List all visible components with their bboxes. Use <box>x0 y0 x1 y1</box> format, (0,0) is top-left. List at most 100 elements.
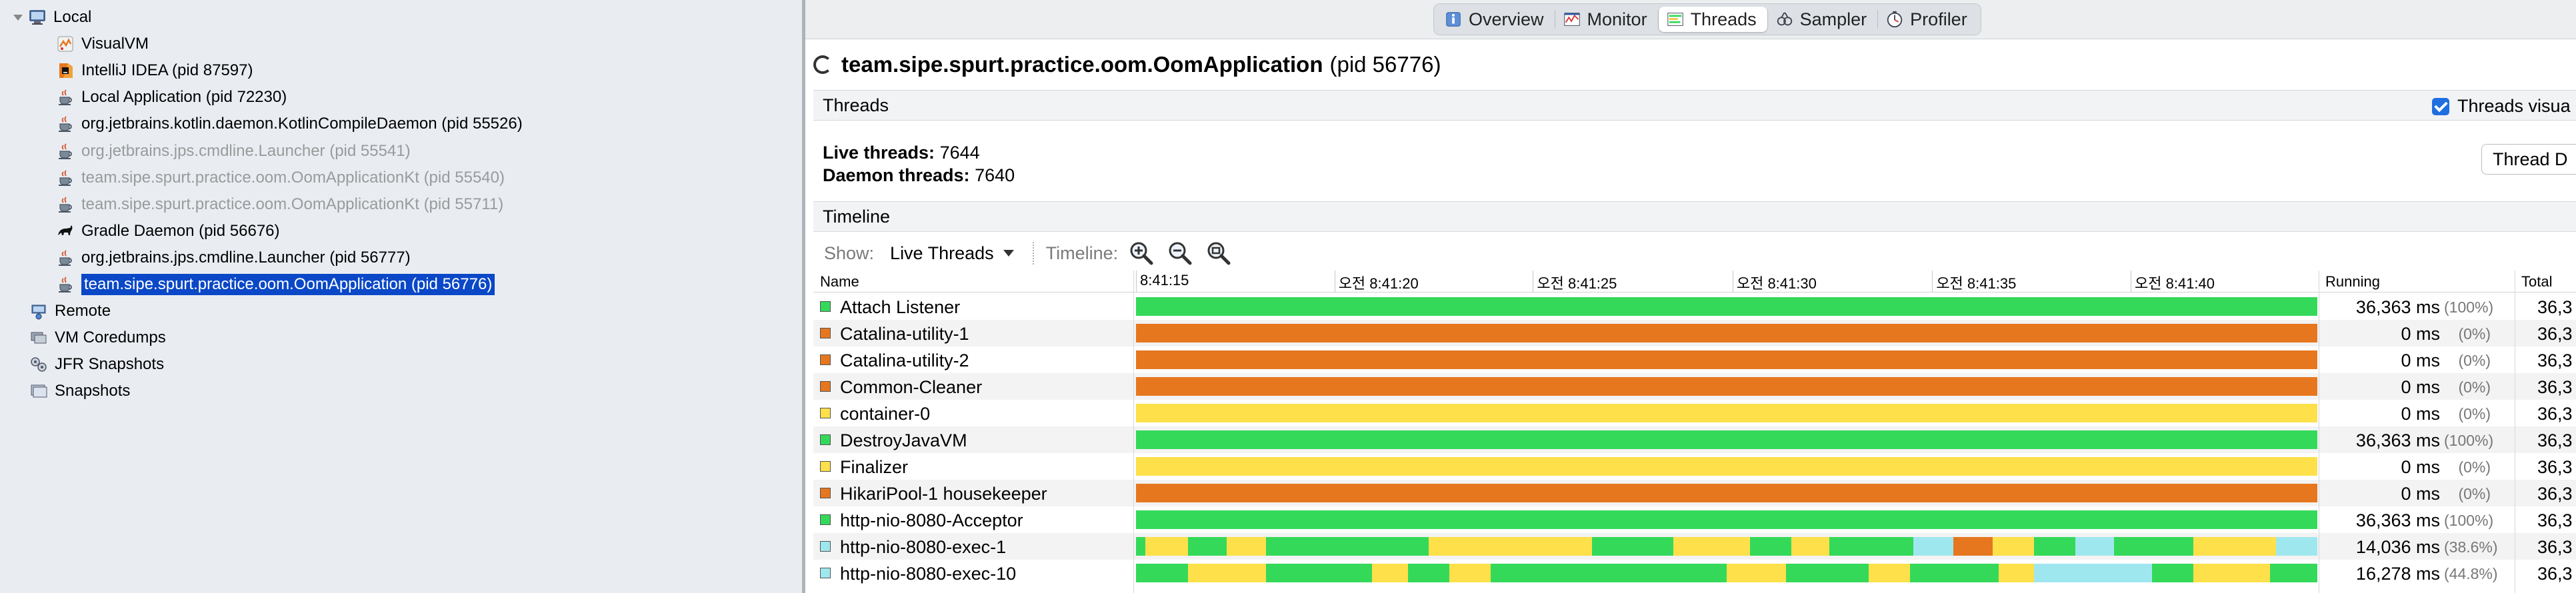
column-header-name[interactable]: Name <box>820 273 859 291</box>
time-tick-label: 오전 8:41:25 <box>1537 275 1617 292</box>
table-row[interactable]: Catalina-utility-1 0 ms (0%) 36,3 <box>813 320 2576 346</box>
zoom-in-icon[interactable] <box>1129 241 1154 266</box>
tree-node[interactable]: team.sipe.spurt.practice.oom.OomApplicat… <box>56 193 503 217</box>
running-time: 0 ms <box>2401 377 2440 397</box>
thread-name: Catalina-utility-1 <box>840 324 969 344</box>
timeline-section-header: Timeline <box>813 201 2576 232</box>
chevron-down-icon <box>1003 250 1014 257</box>
tree-node[interactable]: IntelliJ IDEA (pid 87597) <box>56 59 253 83</box>
tree-node[interactable]: Snapshots <box>29 379 130 403</box>
threads-visualization-checkbox[interactable]: Threads visua <box>2432 96 2571 117</box>
total-time: 36,3 <box>2537 510 2573 530</box>
tree-node[interactable]: team.sipe.spurt.practice.oom.OomApplicat… <box>56 273 495 296</box>
timeline-segment-running <box>2270 564 2317 582</box>
table-row[interactable]: http-nio-8080-Acceptor 36,363 ms (100%) 36,… <box>813 506 2576 533</box>
daemon-threads-stat: Daemon threads: 7640 <box>823 165 1015 186</box>
thread-state-swatch <box>820 488 831 498</box>
tab-label: Overview <box>1469 9 1544 29</box>
timeline-segment-monitor <box>2075 537 2115 556</box>
running-percent: (100%) <box>2444 298 2494 316</box>
running-time: 14,036 ms <box>2355 537 2440 557</box>
tab-overview[interactable]: Overview <box>1437 7 1555 32</box>
table-row[interactable]: http-nio-8080-exec-1 14,036 ms (38.6%) 36,3 <box>813 533 2576 560</box>
column-divider[interactable] <box>1133 271 1134 593</box>
table-row[interactable]: container-0 0 ms (0%) 36,3 <box>813 400 2576 426</box>
tab-threads[interactable]: Threads <box>1658 7 1767 32</box>
timeline-toolbar: Show: Live Threads Timeline: <box>813 237 2576 270</box>
java-cup-icon <box>56 169 75 187</box>
timeline-segment-sleeping <box>1136 324 2317 342</box>
time-tick-label: 오전 8:41:30 <box>1736 275 1817 292</box>
tree-node-label: Snapshots <box>55 382 131 400</box>
tree-node[interactable]: Remote <box>29 299 111 323</box>
tab-monitor[interactable]: Monitor <box>1555 7 1658 32</box>
expand-twisty-icon[interactable] <box>12 12 23 23</box>
table-row[interactable]: Catalina-utility-2 0 ms (0%) 36,3 <box>813 346 2576 373</box>
timeline-section-title: Timeline <box>823 206 891 227</box>
tree-node[interactable]: Gradle Daemon (pid 56676) <box>56 219 280 243</box>
tab-sampler[interactable]: Sampler <box>1768 7 1878 32</box>
profiler-icon <box>1885 9 1905 29</box>
running-time: 36,363 ms <box>2355 430 2440 450</box>
time-tick-mark <box>1136 271 1137 292</box>
tree-node-label: team.sipe.spurt.practice.oom.OomApplicat… <box>81 274 495 295</box>
table-row[interactable]: http-nio-8080-exec-10 16,278 ms (44.8%) 36,… <box>813 560 2576 586</box>
timeline-segment-wait <box>1187 564 1266 582</box>
thread-name: Attach Listener <box>840 297 961 317</box>
tree-node-label: Local <box>53 8 92 26</box>
zoom-out-icon[interactable] <box>1167 241 1193 266</box>
show-threads-dropdown[interactable]: Live Threads <box>883 240 1021 267</box>
threads-section-title: Threads <box>823 95 889 115</box>
timeline-segment-running <box>1407 564 1449 582</box>
tree-node[interactable]: org.jetbrains.kotlin.daemon.KotlinCompil… <box>56 112 523 136</box>
zoom-fit-icon[interactable] <box>1206 241 1231 266</box>
column-header-total[interactable]: Total <box>2521 273 2552 291</box>
tab-profiler[interactable]: Profiler <box>1878 7 1978 32</box>
java-cup-icon <box>56 275 75 294</box>
table-row[interactable]: Finalizer 0 ms (0%) 36,3 <box>813 453 2576 480</box>
tree-node-label: VisualVM <box>81 35 149 53</box>
thread-state-swatch <box>820 301 831 312</box>
timeline-segment-sleeping <box>1136 377 2317 396</box>
column-header-running[interactable]: Running <box>2325 273 2380 291</box>
java-cup-icon <box>56 142 75 161</box>
jfr-icon <box>29 355 48 374</box>
tab-label: Threads <box>1690 9 1757 29</box>
tree-node[interactable]: VM Coredumps <box>29 326 166 350</box>
tree-node[interactable]: Local <box>12 5 91 29</box>
thread-timeline-bar <box>1136 484 2317 502</box>
running-time: 0 ms <box>2401 404 2440 424</box>
total-time: 36,3 <box>2537 324 2573 344</box>
thread-state-swatch <box>820 514 831 525</box>
daemon-threads-label: Daemon threads: <box>823 165 970 185</box>
tree-node[interactable]: JFR Snapshots <box>29 352 164 376</box>
time-tick-mark <box>1932 271 1933 292</box>
thread-timeline-bar <box>1136 404 2317 422</box>
tree-node[interactable]: VisualVM <box>56 32 149 56</box>
timeline-segment-running <box>1829 537 1913 556</box>
total-time: 36,3 <box>2537 457 2573 477</box>
tree-node[interactable]: org.jetbrains.jps.cmdline.Launcher (pid … <box>56 246 411 270</box>
timeline-segment-wait <box>1998 564 2034 582</box>
table-row[interactable]: Common-Cleaner 0 ms (0%) 36,3 <box>813 373 2576 400</box>
running-time: 0 ms <box>2401 324 2440 344</box>
table-row[interactable]: HikariPool-1 housekeeper 0 ms (0%) 36,3 <box>813 480 2576 506</box>
tree-node-label: org.jetbrains.kotlin.daemon.KotlinCompil… <box>81 115 523 133</box>
timeline-segment-running <box>1591 537 1674 556</box>
timeline-segment-wait <box>1136 404 2317 422</box>
timeline-label: Timeline: <box>1045 243 1119 263</box>
running-time: 0 ms <box>2401 350 2440 370</box>
thread-state-swatch <box>820 381 831 392</box>
tree-node[interactable]: Local Application (pid 72230) <box>56 85 287 109</box>
threads-section-header: Threads <box>813 90 2576 121</box>
tree-node[interactable]: org.jetbrains.jps.cmdline.Launcher (pid … <box>56 139 411 163</box>
table-row[interactable]: Attach Listener 36,363 ms (100%) 36,3 <box>813 293 2576 320</box>
tree-node[interactable]: team.sipe.spurt.practice.oom.OomApplicat… <box>56 166 505 190</box>
tab-label: Sampler <box>1799 9 1867 29</box>
thread-dump-button[interactable]: Thread D <box>2481 144 2576 175</box>
table-row[interactable]: DestroyJavaVM 36,363 ms (100%) 36,3 <box>813 426 2576 453</box>
intellij-icon <box>56 61 75 80</box>
total-time: 36,3 <box>2537 297 2573 317</box>
application-title: team.sipe.spurt.practice.oom.OomApplicat… <box>813 52 1441 77</box>
checkbox-checked-icon[interactable] <box>2432 97 2449 115</box>
